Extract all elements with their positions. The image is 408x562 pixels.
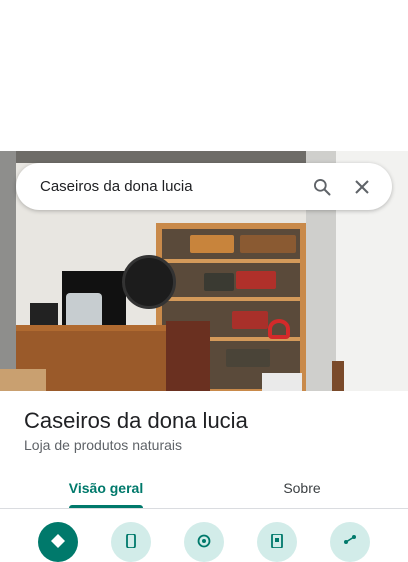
call-button[interactable] [111,522,151,562]
share-icon [343,534,357,562]
action-buttons-row [0,518,408,562]
photo-wooden-chair [332,361,344,391]
place-tabs: Visão geral Sobre [0,468,408,509]
tab-overview[interactable]: Visão geral [4,468,208,508]
top-blank-area [0,0,408,151]
photo-shelf-goods [240,235,296,253]
photo-fan [122,255,176,309]
directions-button[interactable] [38,522,78,562]
photo-shelf-goods [190,235,234,253]
place-title: Caseiros da dona lucia [24,408,248,433]
photo-cabinet [166,321,210,391]
location-pin-icon [197,534,211,562]
close-icon[interactable] [350,175,374,199]
save-icon [271,533,283,562]
photo-shelf-goods [232,311,268,329]
search-query-text[interactable]: Caseiros da dona lucia [40,178,310,195]
search-bar[interactable]: Caseiros da dona lucia [16,163,392,210]
search-icon[interactable] [310,175,334,199]
photo-shelf-board [162,259,300,263]
nearby-button[interactable] [184,522,224,562]
photo-shelf-board [162,297,300,301]
tab-about[interactable]: Sobre [200,468,404,508]
photo-white-chair [262,373,302,391]
place-category[interactable]: Loja de produtos naturais [24,437,182,453]
photo-wall-left [0,151,16,391]
directions-icon [51,534,65,562]
save-button[interactable] [257,522,297,562]
phone-icon [125,533,137,562]
photo-ceiling-strip [16,151,308,163]
photo-basket [0,369,46,391]
photo-shelf-goods [204,273,234,291]
photo-shelf-goods [226,349,270,367]
photo-shelf-goods [236,271,276,289]
photo-red-handle [268,319,290,339]
share-button[interactable] [330,522,370,562]
selected-tab-indicator [69,505,143,508]
